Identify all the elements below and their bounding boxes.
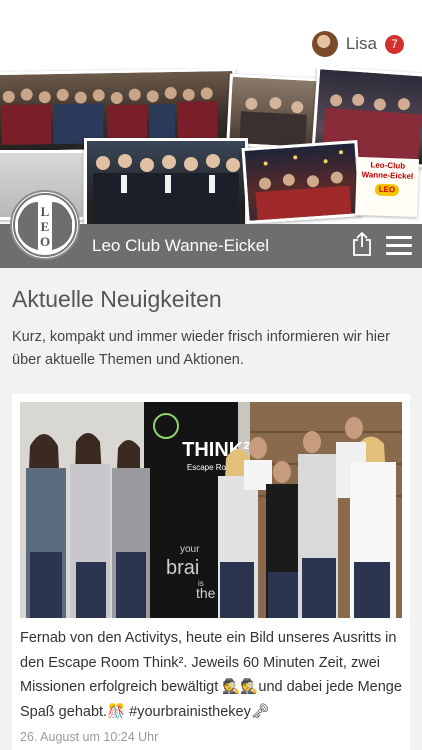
hamburger-menu-icon[interactable] <box>386 236 412 256</box>
menu-line <box>386 236 412 239</box>
news-post[interactable]: THINK² Escape Room your brai is the ke F… <box>12 394 410 750</box>
section-intro: Kurz, kompakt und immer wieder frisch in… <box>12 329 390 368</box>
club-name[interactable]: Leo Club Wanne-Eickel <box>92 236 269 256</box>
photo-banner-text: brai <box>166 557 199 579</box>
notification-badge[interactable]: 7 <box>385 34 404 54</box>
banner-photo <box>241 140 363 224</box>
section-title: Aktuelle Neuigkeiten <box>12 286 222 312</box>
menu-line <box>386 244 412 247</box>
menu-line <box>386 252 412 255</box>
sticker-leo: LEO <box>374 183 400 197</box>
svg-text:E: E <box>41 219 50 234</box>
photo-banner-text: your <box>180 544 200 555</box>
banner-photo <box>84 138 248 224</box>
user-name[interactable]: Lisa <box>346 34 377 54</box>
user-menu[interactable]: Lisa 7 <box>311 30 404 58</box>
svg-text:L: L <box>41 204 50 219</box>
post-photo[interactable]: THINK² Escape Room your brai is the ke <box>20 402 402 618</box>
post-date: 26. August um 10:24 Uhr <box>20 730 159 744</box>
top-bar: Lisa 7 <box>0 0 422 68</box>
avatar[interactable] <box>311 31 338 57</box>
club-logo[interactable]: L E O <box>10 190 80 260</box>
svg-text:O: O <box>40 234 50 249</box>
sticker-line: Wanne-Eickel <box>361 170 414 181</box>
share-icon[interactable] <box>352 231 372 257</box>
club-sticker: Leo-Club Wanne-Eickel LEO <box>355 156 419 218</box>
post-text: Fernab von den Activitys, heute ein Bild… <box>20 630 402 720</box>
